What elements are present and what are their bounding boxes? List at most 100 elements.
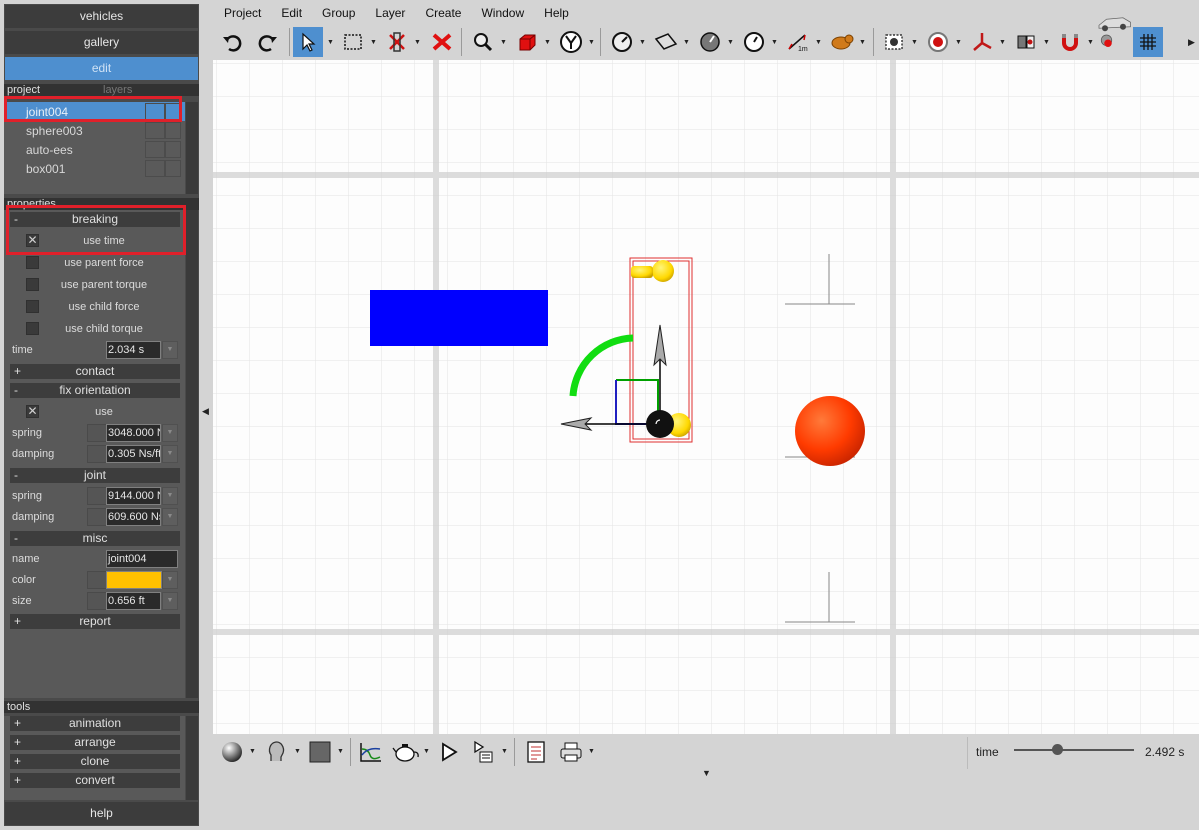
report-group-header[interactable]: + report — [10, 614, 180, 629]
select-box-icon[interactable] — [338, 27, 368, 57]
sphere003-object[interactable] — [795, 396, 865, 466]
arrange-tool-header[interactable]: + arrange — [10, 735, 180, 750]
vehicles-button[interactable]: vehicles — [5, 5, 198, 28]
joint-center[interactable] — [646, 410, 674, 438]
zoom-icon[interactable] — [468, 27, 498, 57]
use-checkbox[interactable]: ✕ — [26, 405, 39, 418]
time-field[interactable]: 2.034 s — [106, 341, 161, 359]
chevron-down-icon[interactable]: ▼ — [249, 748, 256, 755]
chevron-down-icon[interactable]: ▼ — [337, 748, 344, 755]
joint-group-header[interactable]: - joint — [10, 468, 180, 483]
chevron-down-icon[interactable]: ▼ — [162, 571, 178, 589]
animal-icon[interactable] — [827, 27, 857, 57]
fix-orientation-group-header[interactable]: - fix orientation — [10, 383, 180, 398]
car-icon[interactable] — [1096, 2, 1132, 56]
use-parent-force-checkbox[interactable] — [26, 256, 39, 269]
menu-create[interactable]: Create — [415, 3, 471, 23]
gallery-button[interactable]: gallery — [5, 31, 198, 54]
tools-scrollbar[interactable] — [186, 716, 198, 800]
color-swatch[interactable] — [106, 571, 162, 589]
graph-icon[interactable] — [355, 737, 385, 767]
report-icon[interactable] — [521, 737, 551, 767]
grid-icon[interactable] — [1133, 27, 1163, 57]
list-item[interactable]: auto-ees — [4, 140, 185, 159]
list-item[interactable]: box001 — [4, 159, 185, 178]
playlist-icon[interactable] — [469, 737, 499, 767]
chevron-down-icon[interactable]: ▼ — [544, 39, 551, 46]
visibility-toggle[interactable] — [145, 141, 165, 158]
convert-tool-header[interactable]: + convert — [10, 773, 180, 788]
teapot-icon[interactable] — [391, 737, 421, 767]
chevron-down-icon[interactable]: ▼ — [588, 39, 595, 46]
magnet-icon[interactable] — [1055, 27, 1085, 57]
delete-icon[interactable] — [427, 27, 457, 57]
spring-field[interactable]: 3048.000 N — [106, 424, 161, 442]
select-arrow-icon[interactable] — [293, 27, 323, 57]
contact-group-header[interactable]: + contact — [10, 364, 180, 379]
clock-icon[interactable] — [739, 27, 769, 57]
chevron-down-icon[interactable]: ▼ — [500, 39, 507, 46]
chevron-down-icon[interactable]: ▼ — [162, 487, 178, 505]
menu-project[interactable]: Project — [214, 3, 271, 23]
chevron-down-icon[interactable]: ▼ — [911, 39, 918, 46]
tab-layers[interactable]: layers — [103, 84, 199, 96]
print-icon[interactable] — [556, 737, 586, 767]
chevron-down-icon[interactable]: ▼ — [294, 748, 301, 755]
chevron-down-icon[interactable]: ▼ — [370, 39, 377, 46]
redo-icon[interactable] — [253, 27, 283, 57]
project-scrollbar[interactable] — [186, 102, 198, 194]
head-icon[interactable] — [262, 737, 292, 767]
chevron-down-icon[interactable]: ▼ — [1087, 39, 1094, 46]
box001-object[interactable] — [370, 290, 548, 346]
target-icon[interactable] — [923, 27, 953, 57]
chevron-down-icon[interactable]: ▼ — [162, 341, 178, 359]
use-child-force-checkbox[interactable] — [26, 300, 39, 313]
plane-icon[interactable] — [651, 27, 681, 57]
chevron-down-icon[interactable]: ▼ — [423, 748, 430, 755]
chevron-down-icon[interactable]: ▼ — [727, 39, 734, 46]
axes-icon[interactable] — [967, 27, 997, 57]
lock-toggle[interactable] — [165, 160, 181, 177]
properties-scrollbar[interactable] — [186, 210, 198, 698]
spring-field[interactable]: 9144.000 N — [106, 487, 161, 505]
menu-group[interactable]: Group — [312, 3, 365, 23]
camera-icon[interactable] — [1011, 27, 1041, 57]
time-slider-handle[interactable] — [1051, 744, 1063, 755]
name-field[interactable]: joint004 — [106, 550, 178, 568]
animation-tool-header[interactable]: + animation — [10, 716, 180, 731]
chevron-down-icon[interactable]: ▼ — [683, 39, 690, 46]
record-icon[interactable] — [879, 27, 909, 57]
cube-icon[interactable] — [512, 27, 542, 57]
visibility-toggle[interactable] — [145, 160, 165, 177]
chevron-down-icon[interactable]: ▼ — [771, 39, 778, 46]
chevron-down-icon[interactable]: ▼ — [859, 39, 866, 46]
edit-button[interactable]: edit — [5, 57, 198, 80]
y-axis-icon[interactable] — [556, 27, 586, 57]
scene-canvas[interactable] — [213, 60, 1199, 734]
undo-icon[interactable] — [217, 27, 247, 57]
sphere-icon[interactable] — [217, 737, 247, 767]
chevron-down-icon[interactable]: ▼ — [501, 748, 508, 755]
collapse-left-panel-icon[interactable]: ◀ — [202, 406, 209, 417]
visibility-toggle[interactable] — [145, 122, 165, 139]
use-child-torque-checkbox[interactable] — [26, 322, 39, 335]
gauge-icon[interactable] — [607, 27, 637, 57]
chevron-down-icon[interactable]: ▼ — [639, 39, 646, 46]
chevron-down-icon[interactable]: ▼ — [1043, 39, 1050, 46]
chevron-down-icon[interactable]: ▼ — [162, 592, 178, 610]
size-field[interactable]: 0.656 ft — [106, 592, 161, 610]
tab-project[interactable]: project — [7, 84, 103, 96]
collapse-bottom-panel-icon[interactable]: ▼ — [702, 768, 711, 778]
list-item[interactable]: sphere003 — [4, 121, 185, 140]
damping-field[interactable]: 609.600 Ns — [106, 508, 161, 526]
measure-icon[interactable]: 1m — [783, 27, 813, 57]
use-parent-torque-checkbox[interactable] — [26, 278, 39, 291]
viewport-3d[interactable] — [213, 60, 1199, 734]
clone-tool-header[interactable]: + clone — [10, 754, 180, 769]
delete-link-icon[interactable] — [382, 27, 412, 57]
menu-help[interactable]: Help — [534, 3, 579, 23]
lock-toggle[interactable] — [165, 122, 181, 139]
damping-field[interactable]: 0.305 Ns/ft — [106, 445, 161, 463]
misc-group-header[interactable]: - misc — [10, 531, 180, 546]
color-square-icon[interactable] — [305, 737, 335, 767]
